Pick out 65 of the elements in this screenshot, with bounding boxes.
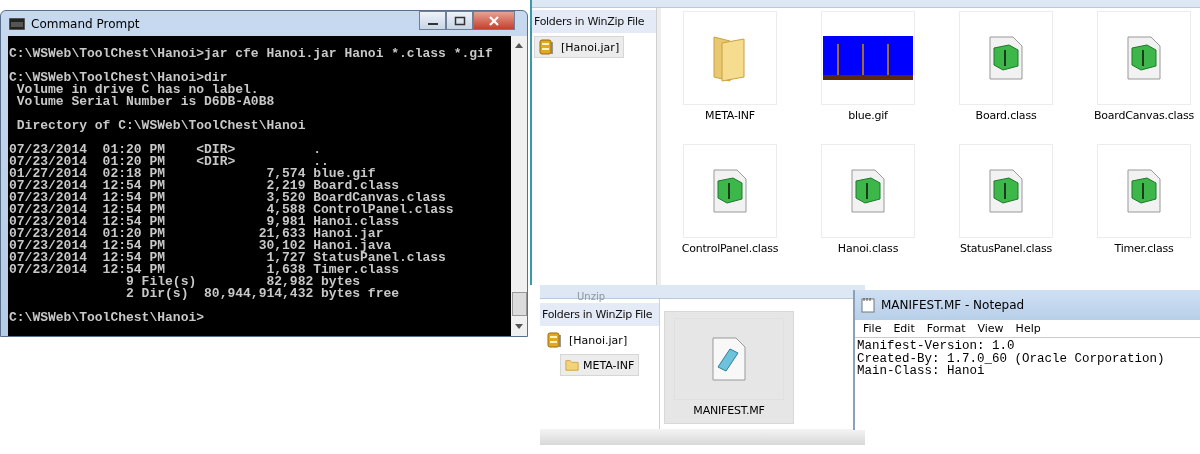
console-line: 07/23/2014 01:20 PM <DIR> . — [9, 144, 323, 156]
file-name: StatusPanel.class — [959, 242, 1053, 255]
text-line: Main-Class: Hanoi — [857, 365, 986, 378]
window-title: Command Prompt — [31, 16, 140, 31]
console-line: C:\WSWeb\ToolChest\Hanoi>jar cfe Hanoi.jar Hanoi *.class *.gif — [9, 48, 494, 60]
class-file-icon — [713, 169, 747, 213]
maximize-icon — [453, 15, 466, 26]
console-line: Volume in drive C has no label. — [15, 84, 259, 96]
menu-item[interactable]: Edit — [893, 322, 915, 335]
folder-icon — [565, 357, 579, 373]
folders-header: Folders in WinZip File — [540, 303, 659, 326]
file-name: MANIFEST.MF — [693, 404, 765, 417]
text-area[interactable]: Manifest-Version: 1.0 Created-By: 1.7.0_60 (Oracle Corporation) Main-Class: Hanoi — [855, 338, 1200, 430]
console-line: 9 File(s) 82,982 bytes — [125, 276, 362, 288]
text-document-icon — [712, 337, 746, 381]
minimize-button[interactable] — [419, 11, 446, 30]
file-name: BoardCanvas.class — [1093, 109, 1195, 122]
console-line: 07/23/2014 12:54 PM 3,520 BoardCanvas.class — [9, 192, 446, 204]
file-name: Board.class — [975, 109, 1037, 122]
console-line: 07/23/2014 12:54 PM 4,588 ControlPanel.class — [9, 204, 455, 216]
file-name: META-INF — [705, 109, 755, 122]
console-line: C:\WSWeb\ToolChest\Hanoi>dir — [9, 72, 228, 84]
class-file-icon — [851, 169, 885, 213]
notepad-icon — [861, 297, 875, 313]
console-line: Directory of C:\WSWeb\ToolChest\Hanoi — [15, 120, 307, 132]
class-file-icon — [1127, 169, 1161, 213]
console-line: 07/23/2014 12:54 PM 9,981 Hanoi.class — [9, 216, 401, 228]
console-line: 07/23/2014 12:54 PM 30,102 Hanoi.java — [9, 240, 392, 252]
console-line: C:\WSWeb\ToolChest\Hanoi> — [9, 312, 206, 324]
console-line: 07/23/2014 01:20 PM 21,633 Hanoi.jar — [9, 228, 384, 240]
close-button[interactable] — [473, 11, 515, 30]
maximize-button[interactable] — [446, 11, 473, 30]
minimize-icon — [427, 22, 438, 25]
menu-item[interactable]: Format — [926, 322, 966, 335]
console-line: 07/23/2014 12:54 PM 2,219 Board.class — [9, 180, 400, 192]
scroll-thumb[interactable] — [511, 292, 527, 316]
console-line: 07/23/2014 12:54 PM 1,638 Timer.class — [9, 264, 401, 276]
folders-header: Folders in WinZip File — [532, 10, 656, 33]
class-file-icon — [989, 169, 1023, 213]
console-line: 2 Dir(s) 80,944,914,432 bytes free — [125, 288, 401, 300]
tree-item[interactable]: [Hanoi.jar] — [542, 329, 633, 351]
file-name: Timer.class — [1114, 242, 1174, 255]
console-line: 01/27/2014 02:18 PM 7,574 blue.gif — [9, 168, 376, 180]
console-icon — [9, 17, 25, 30]
file-tile[interactable]: MANIFEST.MF — [664, 311, 794, 424]
tree-item[interactable]: META-INF — [560, 354, 640, 376]
text-line: Created-By: 1.7.0_60 (Oracle Corporation) — [857, 352, 1166, 365]
scrollbar[interactable] — [511, 36, 527, 336]
console-line: Volume Serial Number is D6DB-A0B8 — [15, 96, 276, 108]
console-line: 07/23/2014 01:20 PM <DIR> .. — [9, 156, 329, 168]
tree-item[interactable]: [Hanoi.jar] — [534, 36, 625, 58]
file-name: Hanoi.class — [837, 242, 899, 255]
scroll-down-icon[interactable] — [514, 324, 524, 330]
class-file-icon — [1127, 36, 1161, 80]
menu-item[interactable]: Help — [1015, 322, 1041, 335]
file-name: ControlPanel.class — [681, 242, 779, 255]
close-icon — [488, 15, 500, 26]
menu-item[interactable]: View — [977, 322, 1004, 335]
file-name: blue.gif — [848, 109, 888, 122]
scroll-up-icon[interactable] — [514, 42, 524, 48]
window-title: MANIFEST.MF - Notepad — [881, 298, 1025, 312]
class-file-icon — [989, 36, 1023, 80]
menu-item[interactable]: File — [863, 322, 882, 335]
text-line: Manifest-Version: 1.0 — [857, 340, 1016, 353]
console-line: 07/23/2014 12:54 PM 1,727 StatusPanel.class — [9, 252, 447, 264]
